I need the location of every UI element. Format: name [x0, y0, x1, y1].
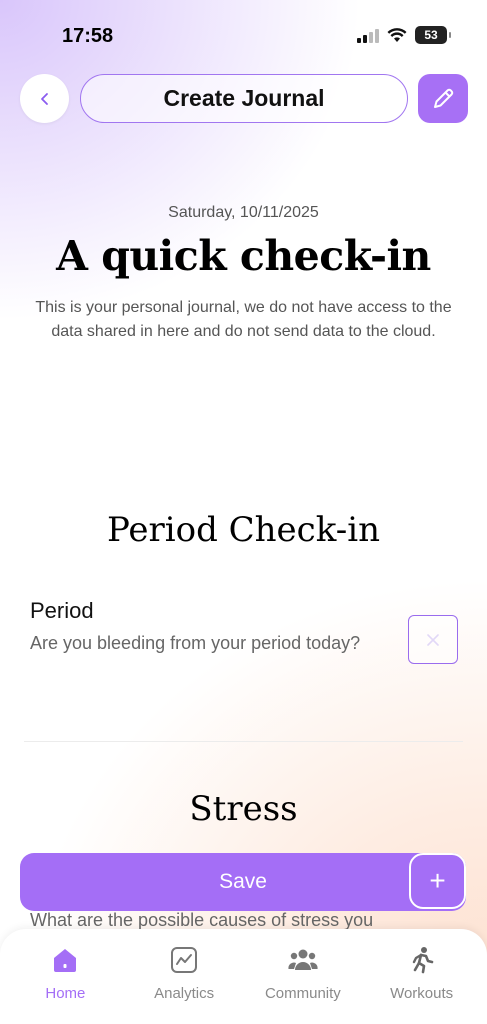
- privacy-description: This is your personal journal, we do not…: [35, 299, 452, 340]
- home-icon: [50, 945, 80, 975]
- tab-analytics-label: Analytics: [154, 985, 215, 1002]
- chevron-left-icon: [40, 92, 48, 105]
- wifi-icon: [387, 27, 407, 42]
- hero-title: A quick check-in: [56, 232, 431, 280]
- stress-section-title: Stress: [189, 789, 298, 829]
- tab-community[interactable]: Community: [244, 929, 362, 1024]
- close-icon: [427, 633, 439, 646]
- save-button[interactable]: Save: [20, 853, 466, 911]
- workouts-icon: [407, 945, 437, 975]
- tab-community-label: Community: [264, 985, 341, 1002]
- edit-button[interactable]: [418, 74, 468, 123]
- signal-icon: [357, 27, 379, 43]
- period-question-label: Period: [30, 598, 94, 623]
- tab-workouts[interactable]: Workouts: [363, 929, 481, 1024]
- page-title-pill: Create Journal: [80, 74, 408, 123]
- tab-bar: Home Analytics Community Workouts: [0, 929, 487, 1024]
- period-section-title: Period Check-in: [107, 510, 380, 550]
- period-checkbox[interactable]: [408, 615, 458, 664]
- pencil-icon: [434, 88, 454, 108]
- tab-analytics[interactable]: Analytics: [125, 929, 243, 1024]
- tab-home[interactable]: Home: [6, 929, 124, 1024]
- add-button[interactable]: +: [409, 853, 466, 909]
- page-title: Create Journal: [163, 85, 325, 111]
- status-time: 17:58: [62, 25, 114, 47]
- battery-level: 53: [424, 28, 438, 42]
- tab-home-label: Home: [45, 985, 86, 1002]
- tab-workouts-label: Workouts: [390, 985, 454, 1002]
- community-icon: [288, 945, 318, 975]
- period-question-text: Are you bleeding from your period today?: [30, 633, 361, 653]
- battery-icon: 53: [415, 26, 451, 44]
- section-divider: [24, 741, 463, 742]
- stress-question-text: What are the possible causes of stress y…: [30, 910, 374, 930]
- back-button[interactable]: [20, 74, 69, 123]
- journal-date: Saturday, 10/11/2025: [168, 204, 319, 221]
- status-bar: 17:58 53: [0, 0, 487, 60]
- status-icons: 53: [357, 26, 451, 44]
- analytics-icon: [169, 945, 199, 975]
